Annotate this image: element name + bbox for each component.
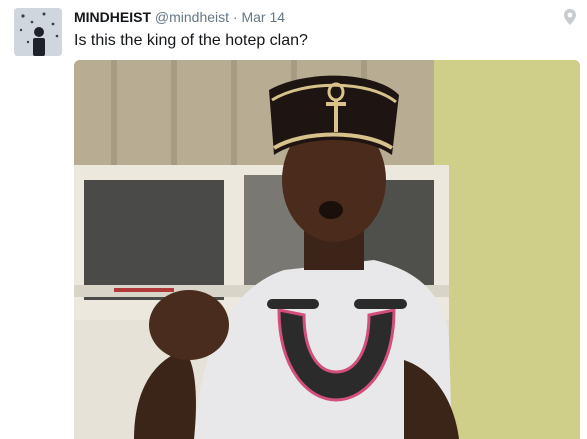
timestamp[interactable]: Mar 14 <box>241 9 285 25</box>
tweet-header: MINDHEIST @mindheist · Mar 14 <box>74 8 563 26</box>
separator-dot: · <box>232 9 238 25</box>
location-pin-icon[interactable] <box>563 8 577 26</box>
avatar[interactable] <box>14 8 62 56</box>
username[interactable]: @mindheist <box>155 9 229 25</box>
display-name[interactable]: MINDHEIST <box>74 9 151 25</box>
tweet-card: MINDHEIST @mindheist · Mar 14 Is this th… <box>0 0 587 439</box>
tweet-text: Is this the king of the hotep clan? <box>74 32 308 49</box>
tweet-media[interactable] <box>74 60 580 439</box>
media-photo <box>74 60 580 439</box>
